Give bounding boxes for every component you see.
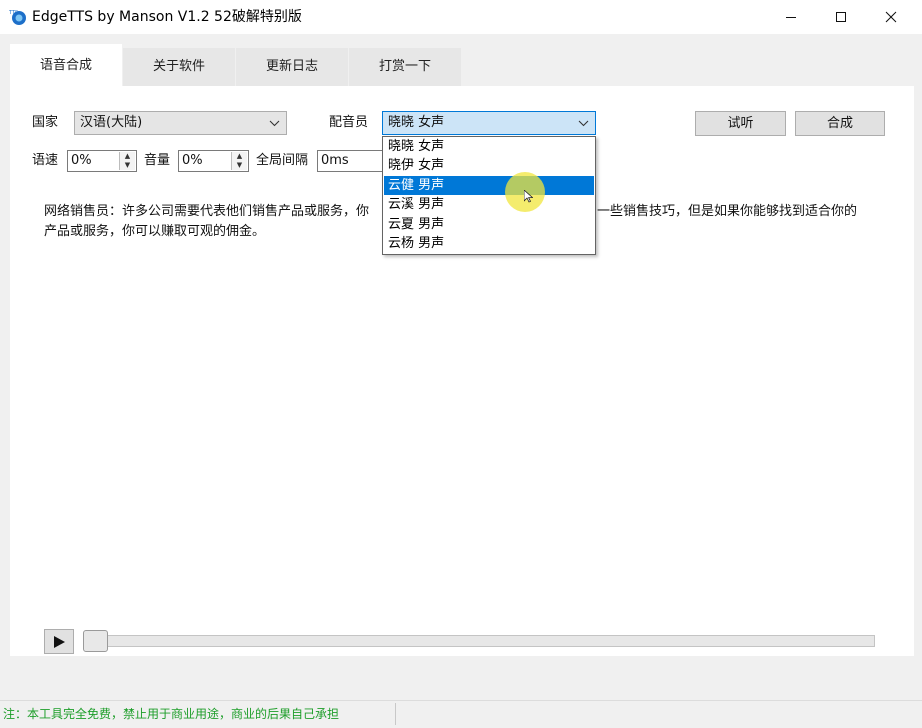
- gap-value: 0ms: [321, 153, 349, 168]
- voice-label: 配音员: [329, 115, 369, 130]
- seek-thumb[interactable]: [83, 630, 108, 652]
- gap-stepper[interactable]: 0ms: [317, 150, 387, 172]
- maximize-button[interactable]: [818, 0, 864, 34]
- voice-option[interactable]: 晓晓 女声: [384, 137, 594, 156]
- voice-option[interactable]: 云夏 男声: [384, 215, 594, 234]
- window-title: EdgeTTS by Manson V1.2 52破解特别版: [32, 9, 302, 25]
- play-button[interactable]: [44, 629, 74, 654]
- synthesize-button[interactable]: 合成: [795, 111, 885, 136]
- volume-value: 0%: [182, 153, 203, 168]
- spin-arrows-icon[interactable]: ▲ ▼: [231, 152, 247, 170]
- text-line-1-left: 网络销售员：许多公司需要代表他们销售产品或服务，你: [44, 204, 370, 219]
- minimize-button[interactable]: [768, 0, 814, 34]
- close-button[interactable]: [868, 0, 914, 34]
- rate-label: 语速: [32, 153, 59, 168]
- preview-button[interactable]: 试听: [695, 111, 786, 136]
- gap-label: 全局间隔: [256, 153, 309, 168]
- seek-track[interactable]: [83, 635, 875, 647]
- voice-dropdown-list: 晓晓 女声 晓伊 女声 云健 男声 云溪 男声 云夏 男声 云杨 男声: [382, 136, 596, 255]
- close-icon: [885, 11, 897, 23]
- voice-select[interactable]: 晓晓 女声: [382, 111, 596, 135]
- tab-about[interactable]: 关于软件: [123, 48, 235, 86]
- mouse-cursor-icon: [523, 189, 534, 206]
- volume-stepper[interactable]: 0% ▲ ▼: [178, 150, 249, 172]
- tab-donate[interactable]: 打赏一下: [349, 48, 461, 86]
- country-label: 国家: [32, 115, 59, 130]
- rate-stepper[interactable]: 0% ▲ ▼: [67, 150, 137, 172]
- rate-value: 0%: [71, 153, 92, 168]
- voice-option-highlighted[interactable]: 云健 男声: [384, 176, 594, 195]
- volume-label: 音量: [144, 153, 171, 168]
- tab-speech-synthesis[interactable]: 语音合成: [10, 44, 122, 88]
- voice-option[interactable]: 云杨 男声: [384, 234, 594, 253]
- tab-changelog[interactable]: 更新日志: [236, 48, 348, 86]
- voice-option[interactable]: 云溪 男声: [384, 195, 594, 214]
- chevron-down-icon: [269, 113, 280, 140]
- svg-text:TTS: TTS: [9, 10, 18, 16]
- text-line-1-right: 一些销售技巧，但是如果你能够找到适合你的: [597, 204, 858, 219]
- play-icon: [54, 636, 65, 648]
- maximize-icon: [836, 12, 846, 22]
- minimize-icon: [786, 17, 796, 18]
- country-select[interactable]: 汉语(大陆): [74, 111, 287, 135]
- country-select-value: 汉语(大陆): [80, 115, 143, 130]
- voice-option[interactable]: 晓伊 女声: [384, 156, 594, 175]
- voice-select-value: 晓晓 女声: [388, 115, 445, 130]
- status-text: 注：本工具完全免费，禁止用于商业用途，商业的后果自己承担: [3, 707, 340, 721]
- app-icon: TTS: [8, 8, 27, 26]
- spin-arrows-icon[interactable]: ▲ ▼: [119, 152, 135, 170]
- status-separator: [395, 703, 396, 725]
